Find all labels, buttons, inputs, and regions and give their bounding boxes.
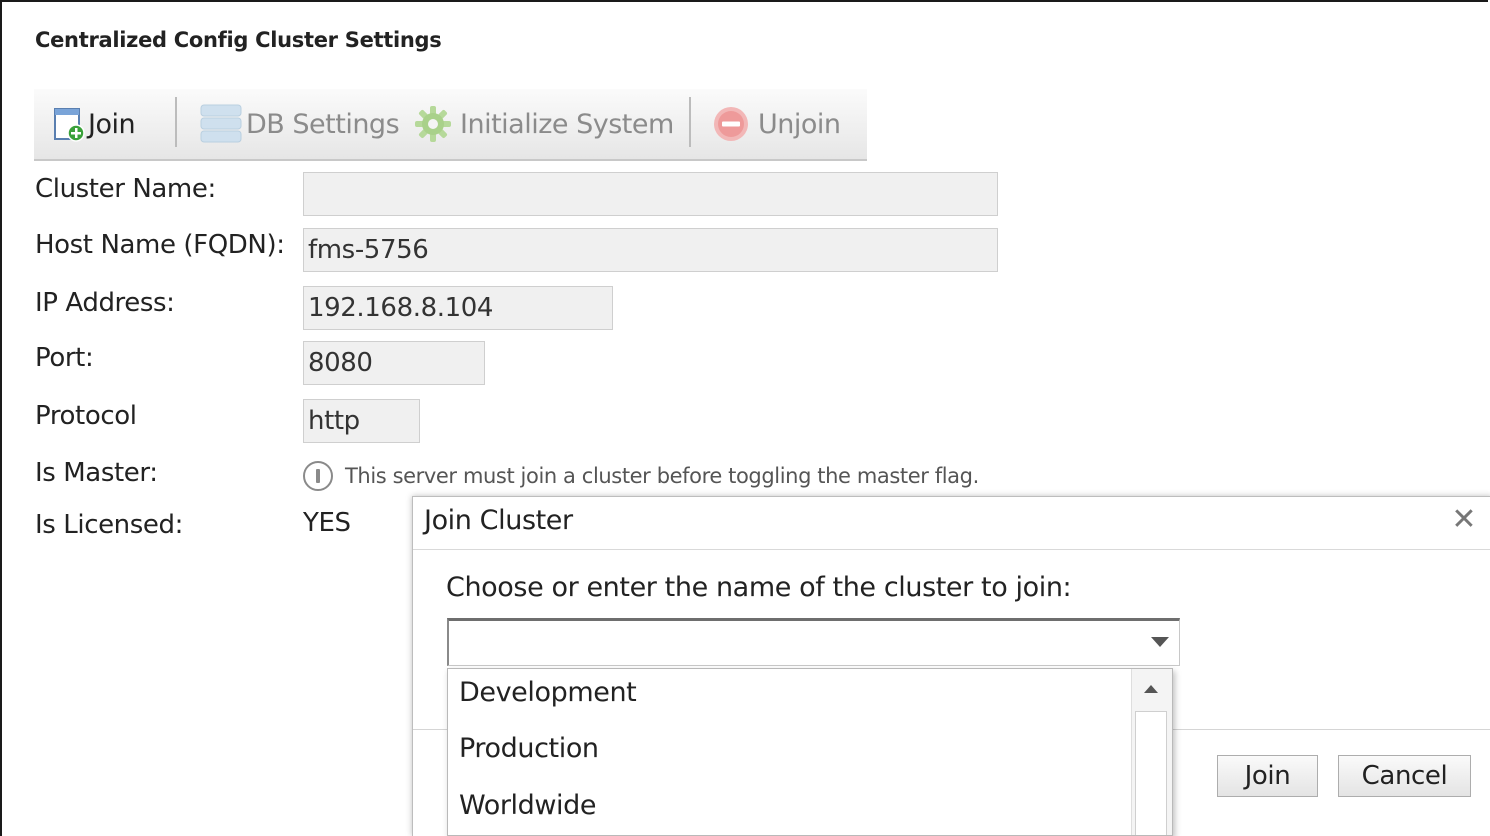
is-master-info: This server must join a cluster before t… — [303, 460, 979, 492]
initialize-system-button[interactable]: Initialize System — [414, 101, 674, 147]
scroll-up-icon[interactable] — [1144, 685, 1158, 693]
chevron-down-icon[interactable] — [1151, 637, 1169, 647]
dropdown-scrollbar[interactable] — [1131, 669, 1172, 835]
dialog-prompt: Choose or enter the name of the cluster … — [446, 572, 1072, 603]
host-name-field[interactable]: fms-5756 — [303, 228, 998, 272]
ip-address-label: IP Address: — [35, 288, 175, 318]
toolbar: Join DB Settings Initialize System Unjoi… — [34, 89, 867, 161]
dialog-header: Join Cluster ✕ — [413, 497, 1490, 550]
option-development[interactable]: Development — [459, 677, 637, 708]
join-icon — [54, 106, 86, 142]
cluster-name-label: Cluster Name: — [35, 174, 216, 204]
host-name-label: Host Name (FQDN): — [35, 230, 285, 260]
dialog-title: Join Cluster — [424, 505, 573, 536]
page-title: Centralized Config Cluster Settings — [35, 28, 442, 52]
db-settings-label: DB Settings — [246, 108, 400, 140]
is-licensed-label: Is Licensed: — [35, 510, 183, 540]
unjoin-icon — [712, 105, 750, 143]
unjoin-button[interactable]: Unjoin — [712, 101, 841, 147]
join-button[interactable]: Join — [54, 101, 136, 147]
unjoin-label: Unjoin — [758, 108, 841, 140]
dialog-join-button[interactable]: Join — [1217, 755, 1318, 797]
protocol-label: Protocol — [35, 401, 137, 431]
port-label: Port: — [35, 343, 94, 373]
option-production[interactable]: Production — [459, 733, 599, 764]
is-master-info-text: This server must join a cluster before t… — [345, 464, 979, 488]
info-icon — [303, 461, 333, 491]
close-icon[interactable]: ✕ — [1447, 503, 1481, 537]
initialize-system-label: Initialize System — [460, 108, 674, 140]
gear-icon — [414, 105, 452, 143]
cluster-name-combobox[interactable] — [447, 618, 1180, 666]
db-settings-button[interactable]: DB Settings — [200, 101, 400, 147]
option-worldwide[interactable]: Worldwide — [459, 790, 597, 821]
scrollbar-thumb[interactable] — [1135, 711, 1167, 835]
is-master-label: Is Master: — [35, 458, 158, 488]
database-icon — [200, 103, 242, 145]
ip-address-field[interactable]: 192.168.8.104 — [303, 286, 613, 330]
protocol-field[interactable]: http — [303, 399, 420, 443]
dialog-cancel-button[interactable]: Cancel — [1338, 755, 1471, 797]
toolbar-separator — [689, 97, 691, 147]
cluster-name-field[interactable] — [303, 172, 998, 216]
cluster-options-dropdown: Development Production Worldwide — [447, 668, 1173, 836]
join-button-label: Join — [88, 108, 136, 140]
is-licensed-value: YES — [303, 508, 351, 538]
toolbar-separator — [175, 97, 177, 147]
port-field[interactable]: 8080 — [303, 341, 485, 385]
